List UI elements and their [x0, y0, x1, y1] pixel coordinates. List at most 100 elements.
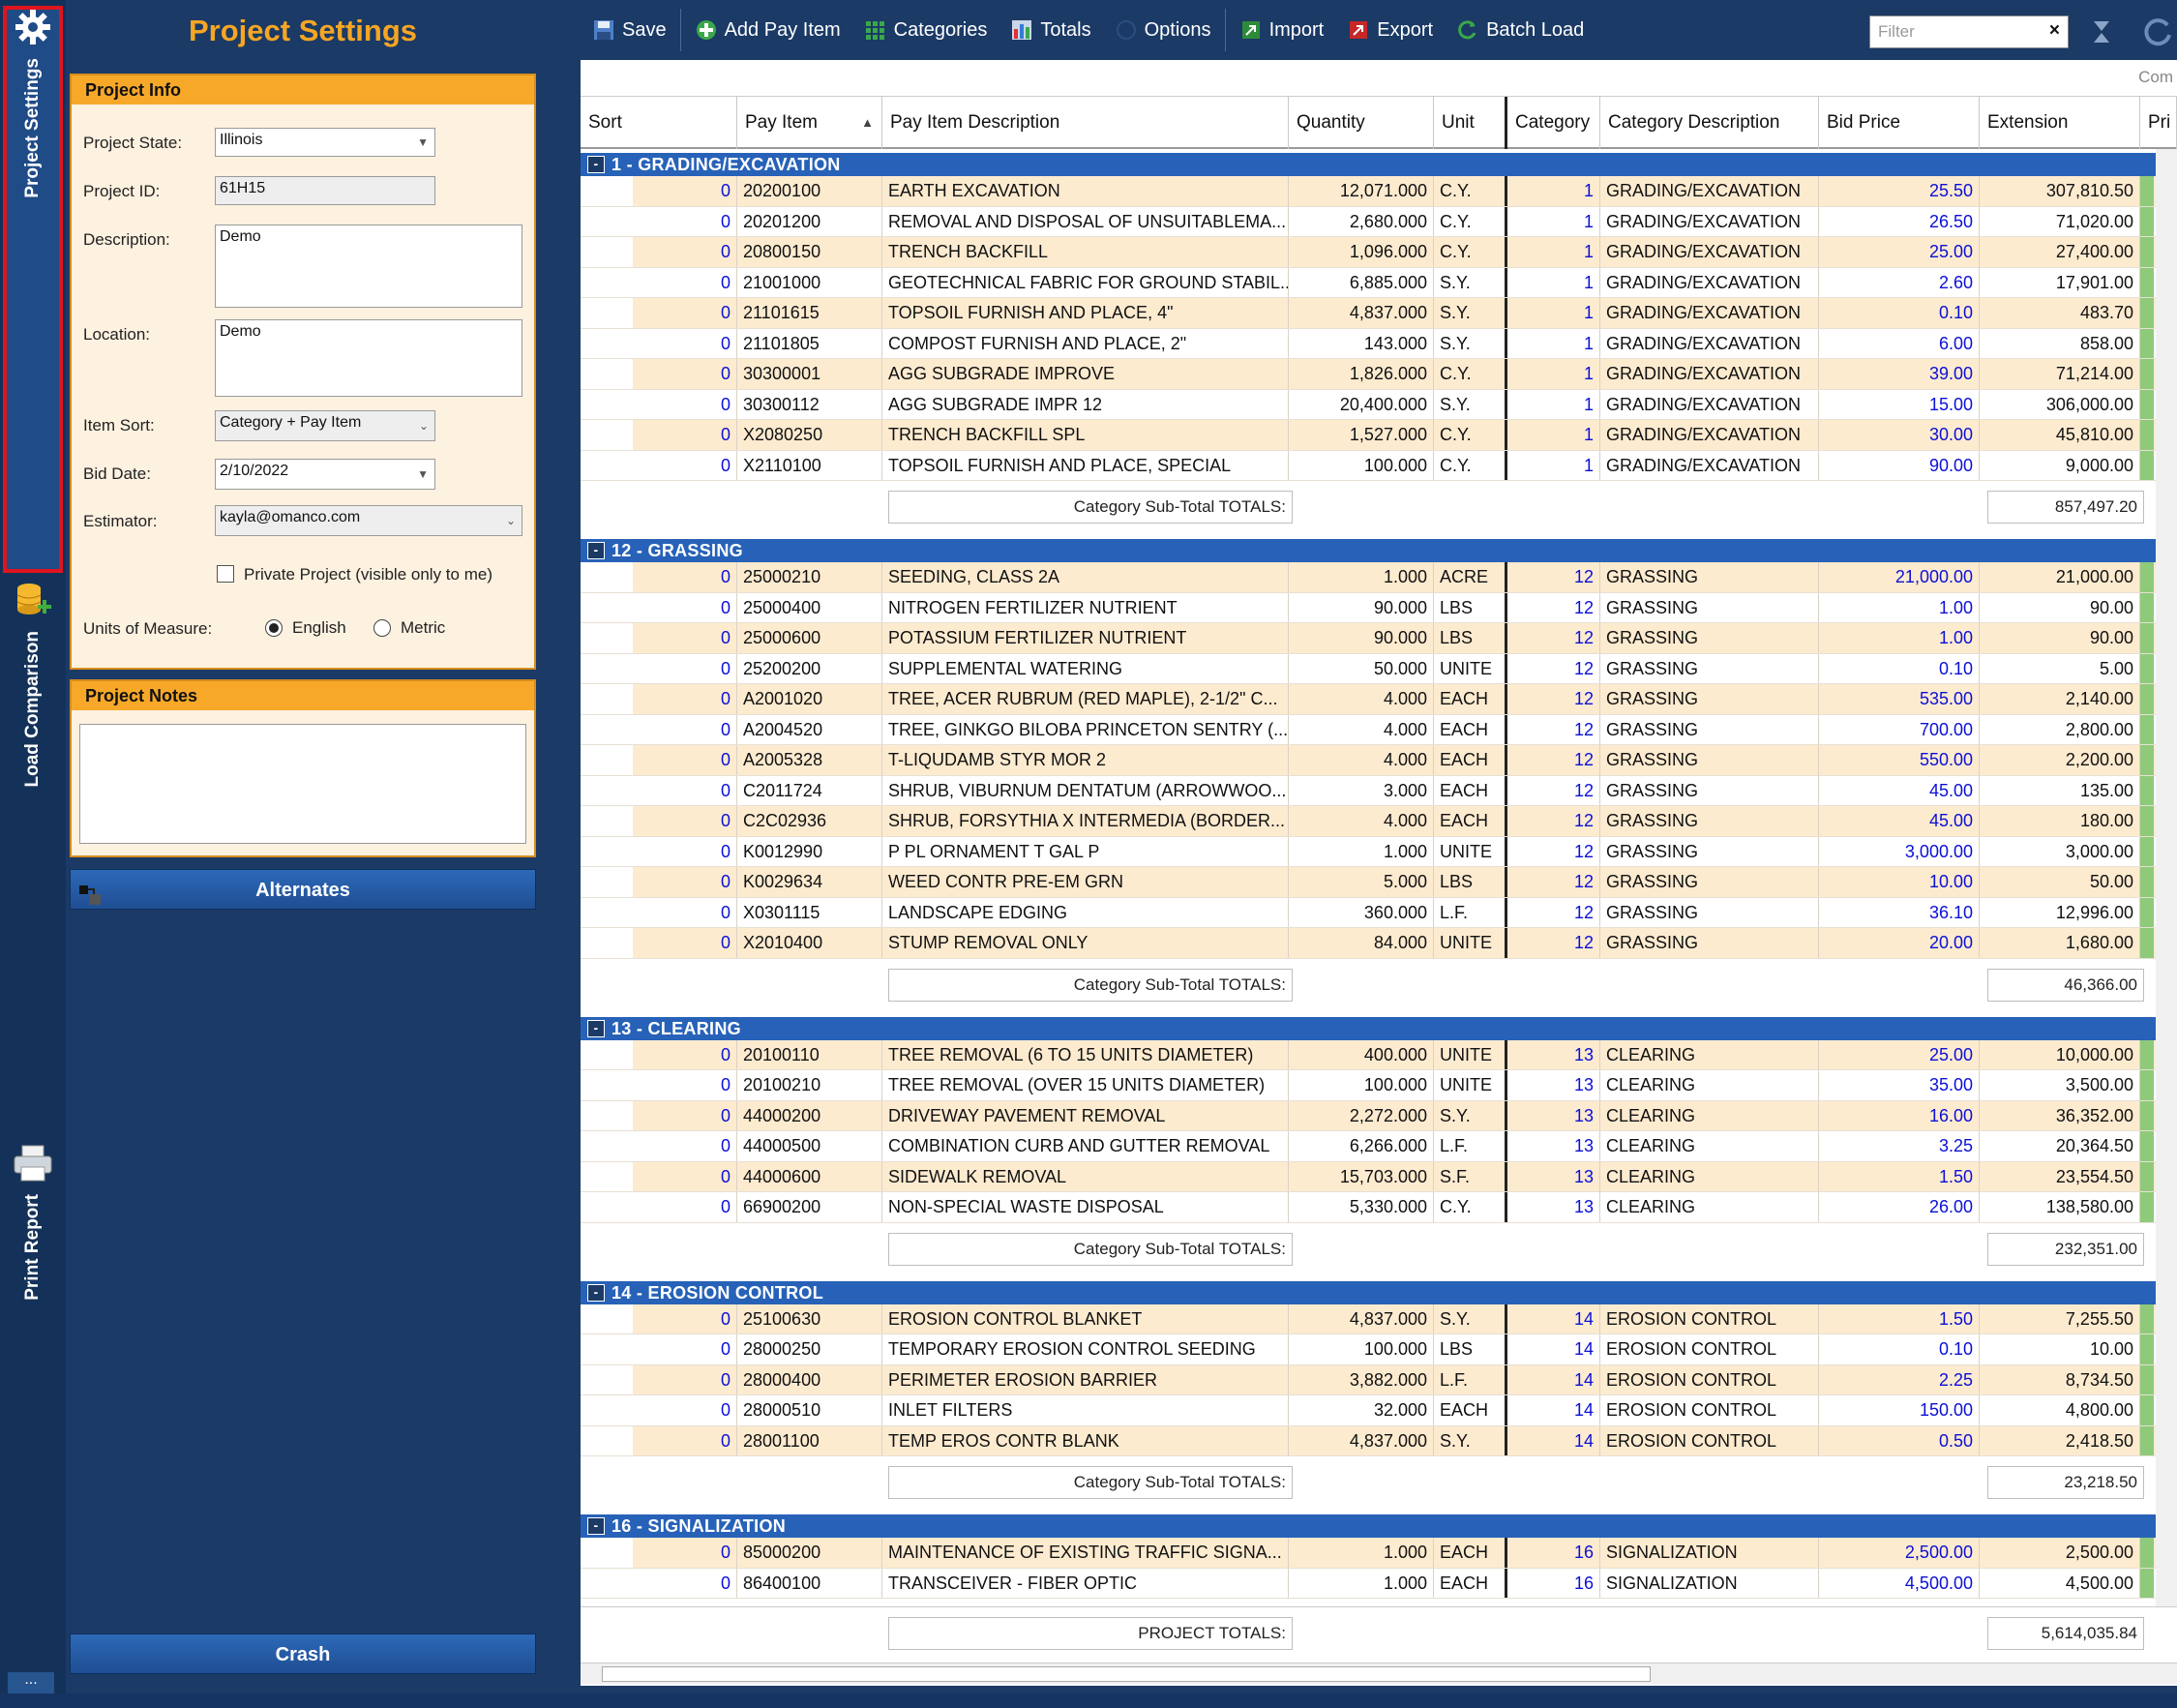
sync-icon[interactable] — [2140, 15, 2175, 48]
unit-cell[interactable]: EACH — [1434, 1538, 1507, 1568]
metric-radio[interactable] — [373, 619, 391, 637]
table-row[interactable]: 0 X2080250 TRENCH BACKFILL SPL 1,527.000 C.Y… — [581, 420, 2177, 451]
quantity-cell[interactable]: 6,885.000 — [1289, 267, 1434, 297]
unit-cell[interactable]: UNITE — [1434, 928, 1507, 958]
description-cell[interactable]: WEED CONTR PRE-EM GRN — [882, 867, 1289, 897]
pay-item-cell[interactable]: 20100210 — [737, 1070, 882, 1100]
pay-item-cell[interactable]: X2110100 — [737, 450, 882, 480]
quantity-cell[interactable]: 100.000 — [1289, 1334, 1434, 1364]
description-cell[interactable]: P PL ORNAMENT T GAL P — [882, 836, 1289, 866]
table-row[interactable]: 0 20100210 TREE REMOVAL (OVER 15 UNITS DIA… — [581, 1070, 2177, 1101]
pay-item-cell[interactable]: A2004520 — [737, 714, 882, 744]
item-sort-dropdown[interactable]: Category + Pay Item ⌄ — [215, 410, 435, 441]
pay-item-cell[interactable]: 25000210 — [737, 562, 882, 592]
unit-cell[interactable]: S.Y. — [1434, 1425, 1507, 1455]
sort-cell[interactable]: 0 — [633, 359, 737, 389]
table-row[interactable]: 0 25000210 SEEDING, CLASS 2A 1.000 ACRE 12 GRA… — [581, 562, 2177, 593]
table-row[interactable]: 0 A2005328 T-LIQUDAMB STYR MOR 2 4.000 EACH 1… — [581, 745, 2177, 776]
quantity-cell[interactable]: 6,266.000 — [1289, 1131, 1434, 1161]
description-cell[interactable]: STUMP REMOVAL ONLY — [882, 928, 1289, 958]
unit-cell[interactable]: S.Y. — [1434, 298, 1507, 328]
header-pay-item[interactable]: Pay Item ▲ — [737, 97, 882, 149]
unit-cell[interactable]: ACRE — [1434, 562, 1507, 592]
description-cell[interactable]: TOPSOIL FURNISH AND PLACE, 4" — [882, 298, 1289, 328]
bid-price-cell[interactable]: 26.50 — [1819, 206, 1980, 236]
description-cell[interactable]: TEMP EROS CONTR BLANK — [882, 1425, 1289, 1455]
estimator-dropdown[interactable]: kayla@omanco.com ⌄ — [215, 505, 522, 536]
pay-item-cell[interactable]: 28000510 — [737, 1395, 882, 1425]
bid-price-cell[interactable]: 90.00 — [1819, 450, 1980, 480]
quantity-cell[interactable]: 90.000 — [1289, 623, 1434, 653]
category-cell[interactable]: 12 — [1507, 745, 1600, 775]
category-cell[interactable]: 12 — [1507, 867, 1600, 897]
description-cell[interactable]: LANDSCAPE EDGING — [882, 897, 1289, 927]
pay-item-cell[interactable]: 20201200 — [737, 206, 882, 236]
pay-item-cell[interactable]: 30300112 — [737, 389, 882, 419]
description-cell[interactable]: TRENCH BACKFILL SPL — [882, 420, 1289, 450]
tab-print-report[interactable]: Print Report — [3, 1142, 63, 1326]
add-pay-item-button[interactable]: Add Pay Item — [683, 9, 852, 51]
collapse-group-icon[interactable]: - — [587, 1019, 605, 1037]
category-cell[interactable]: 12 — [1507, 806, 1600, 836]
sort-cell[interactable]: 0 — [633, 298, 737, 328]
unit-cell[interactable]: S.Y. — [1434, 1303, 1507, 1333]
bid-price-cell[interactable]: 0.50 — [1819, 1425, 1980, 1455]
bid-price-cell[interactable]: 2.60 — [1819, 267, 1980, 297]
quantity-cell[interactable]: 84.000 — [1289, 928, 1434, 958]
description-cell[interactable]: SIDEWALK REMOVAL — [882, 1161, 1289, 1191]
description-cell[interactable]: SUPPLEMENTAL WATERING — [882, 653, 1289, 683]
sort-cell[interactable]: 0 — [633, 206, 737, 236]
alternates-button[interactable]: Alternates — [70, 869, 536, 910]
description-cell[interactable]: TEMPORARY EROSION CONTROL SEEDING — [882, 1334, 1289, 1364]
unit-cell[interactable]: UNITE — [1434, 653, 1507, 683]
sort-cell[interactable]: 0 — [633, 806, 737, 836]
sort-cell[interactable]: 0 — [633, 389, 737, 419]
description-cell[interactable]: COMPOST FURNISH AND PLACE, 2" — [882, 328, 1289, 358]
unit-cell[interactable]: S.Y. — [1434, 389, 1507, 419]
quantity-cell[interactable]: 5.000 — [1289, 867, 1434, 897]
quantity-cell[interactable]: 5,330.000 — [1289, 1192, 1434, 1222]
category-cell[interactable]: 1 — [1507, 389, 1600, 419]
pay-item-cell[interactable]: 44000500 — [737, 1131, 882, 1161]
pay-item-cell[interactable]: K0029634 — [737, 867, 882, 897]
quantity-cell[interactable]: 4.000 — [1289, 745, 1434, 775]
category-cell[interactable]: 1 — [1507, 267, 1600, 297]
sort-cell[interactable]: 0 — [633, 867, 737, 897]
bid-price-cell[interactable]: 15.00 — [1819, 389, 1980, 419]
description-cell[interactable]: INLET FILTERS — [882, 1395, 1289, 1425]
quantity-cell[interactable]: 1,826.000 — [1289, 359, 1434, 389]
unit-cell[interactable]: EACH — [1434, 806, 1507, 836]
category-cell[interactable]: 1 — [1507, 359, 1600, 389]
description-cell[interactable]: TRENCH BACKFILL — [882, 237, 1289, 267]
pay-item-cell[interactable]: 85000200 — [737, 1538, 882, 1568]
table-row[interactable]: 0 85000200 MAINTENANCE OF EXISTING TRAFFIC… — [581, 1538, 2177, 1569]
description-cell[interactable]: DRIVEWAY PAVEMENT REMOVAL — [882, 1100, 1289, 1130]
table-row[interactable]: 0 C2011724 SHRUB, VIBURNUM DENTATUM (ARROW… — [581, 775, 2177, 806]
category-cell[interactable]: 13 — [1507, 1192, 1600, 1222]
bid-price-cell[interactable]: 0.10 — [1819, 298, 1980, 328]
description-cell[interactable]: POTASSIUM FERTILIZER NUTRIENT — [882, 623, 1289, 653]
table-row[interactable]: 0 K0029634 WEED CONTR PRE-EM GRN 5.000 LBS 12… — [581, 867, 2177, 898]
pay-item-cell[interactable]: 28000400 — [737, 1364, 882, 1394]
sort-cell[interactable]: 0 — [633, 1070, 737, 1100]
pay-item-cell[interactable]: 20100110 — [737, 1039, 882, 1069]
sort-cell[interactable]: 0 — [633, 775, 737, 805]
sort-cell[interactable]: 0 — [633, 1303, 737, 1333]
table-row[interactable]: 0 86400100 TRANSCEIVER - FIBER OPTIC 1.000 E… — [581, 1568, 2177, 1599]
table-row[interactable]: 0 X0301115 LANDSCAPE EDGING 360.000 L.F. 12 GR… — [581, 897, 2177, 928]
collapse-group-icon[interactable]: - — [587, 542, 605, 559]
description-cell[interactable]: AGG SUBGRADE IMPR 12 — [882, 389, 1289, 419]
quantity-cell[interactable]: 32.000 — [1289, 1395, 1434, 1425]
pay-item-cell[interactable]: 28001100 — [737, 1425, 882, 1455]
table-row[interactable]: 0 K0012990 P PL ORNAMENT T GAL P 1.000 UNITE… — [581, 836, 2177, 867]
pay-item-cell[interactable]: C2011724 — [737, 775, 882, 805]
bid-price-cell[interactable]: 3.25 — [1819, 1131, 1980, 1161]
category-cell[interactable]: 1 — [1507, 328, 1600, 358]
category-cell[interactable]: 12 — [1507, 897, 1600, 927]
sort-cell[interactable]: 0 — [633, 745, 737, 775]
sort-cell[interactable]: 0 — [633, 420, 737, 450]
category-cell[interactable]: 12 — [1507, 592, 1600, 622]
collapse-icon[interactable] — [2090, 19, 2113, 45]
unit-cell[interactable]: UNITE — [1434, 836, 1507, 866]
sort-cell[interactable]: 0 — [633, 1425, 737, 1455]
